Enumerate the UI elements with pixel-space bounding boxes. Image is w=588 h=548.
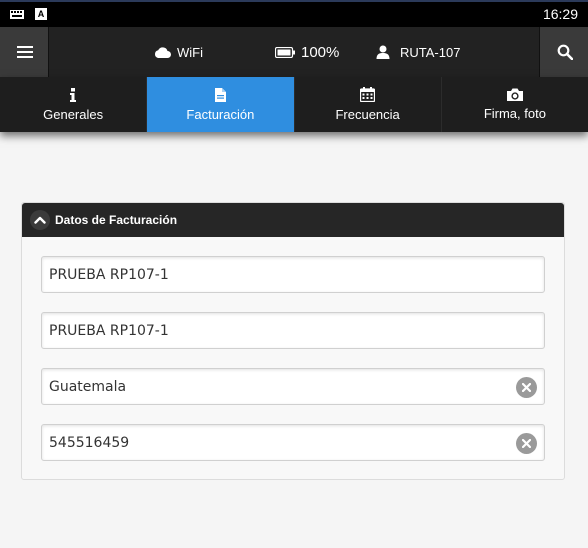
camera-icon [506,88,523,101]
search-icon [557,44,573,60]
clear-address-button[interactable] [516,377,537,398]
keyboard-icon [10,10,24,19]
tab-facturacion[interactable]: Facturación [147,77,295,132]
hamburger-icon [17,46,33,48]
battery-icon [275,46,295,58]
user-icon [376,45,390,59]
tab-firma-foto[interactable]: Firma, foto [442,77,588,132]
billing-panel: Datos de Facturación [21,202,565,480]
battery-label: 100% [301,43,340,61]
document-icon [214,87,226,102]
wifi-label: WiFi [177,44,203,60]
billing-fiscal-name-input[interactable] [49,315,509,346]
billing-address-field[interactable] [41,368,545,405]
chevron-up-icon [30,210,50,230]
calendar-icon [360,87,376,102]
tab-firma-foto-label: Firma, foto [483,106,546,121]
tab-frecuencia[interactable]: Frecuencia [295,77,442,132]
tab-generales[interactable]: Generales [0,77,148,132]
user-status: RUTA-107 [376,27,460,77]
clock: 16:29 [542,6,578,22]
billing-name-input[interactable] [49,259,509,290]
user-label: RUTA-107 [400,44,461,60]
status-bar: A 16:29 [0,0,588,27]
tab-facturacion-label: Facturación [186,106,255,122]
battery-status: 100% [275,27,339,77]
tab-bar: Generales Facturación Frecuencia Firma, … [0,77,588,132]
menu-button[interactable] [0,27,49,77]
tab-frecuencia-label: Frecuencia [335,107,400,122]
app-bar: WiFi 100% RUTA-107 [0,27,588,77]
clear-nit-button[interactable] [516,433,537,454]
billing-nit-input[interactable] [49,427,509,458]
billing-nit-field[interactable] [41,424,545,461]
close-icon [522,439,531,448]
search-button[interactable] [539,27,588,77]
a-notification-icon: A [35,8,47,20]
wifi-status: WiFi [154,27,203,77]
cloud-icon [154,47,171,58]
billing-name-field[interactable] [41,256,545,293]
billing-panel-title: Datos de Facturación [55,213,178,227]
billing-address-input[interactable] [49,371,509,402]
info-icon [70,87,77,102]
tab-generales-label: Generales [43,106,104,122]
billing-fiscal-name-field[interactable] [41,312,545,349]
billing-panel-header[interactable]: Datos de Facturación [22,203,564,237]
close-icon [522,383,531,392]
